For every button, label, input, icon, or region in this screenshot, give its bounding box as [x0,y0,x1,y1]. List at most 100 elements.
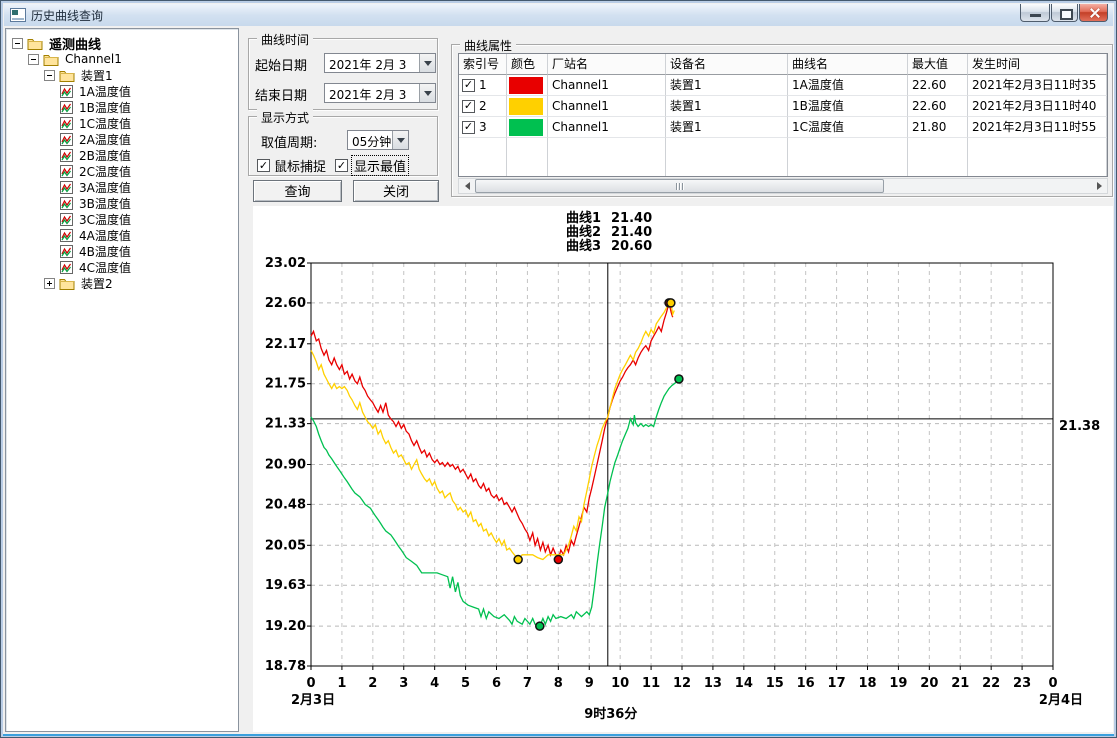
x-tick-label: 11 [642,676,660,691]
x-tick-label: 6 [492,676,501,691]
column-header[interactable]: 索引号 [459,54,507,75]
window-title: 历史曲线查询 [31,7,103,24]
x-tick-label: 0 [306,676,315,691]
curve-time-group: 曲线时间 起始日期 2021年 2月 3 结束日期 2021年 2月 3 [248,38,438,110]
empty-cell [666,138,788,176]
tree-item-label: 遥测曲线 [47,34,103,53]
collapse-icon[interactable] [28,54,39,65]
occur-time-cell: 2021年2月3日11时35 [968,75,1107,96]
end-date-dropdown-button[interactable] [419,84,435,102]
color-cell [507,117,548,138]
x-tick-label: 10 [611,676,629,691]
start-date-value: 2021年 2月 3 [325,54,419,72]
tree-item-1C温度值[interactable]: 1C温度值 [6,115,238,131]
max-value-cell: 21.80 [908,117,968,138]
x-tick-label: 18 [858,676,876,691]
tree-item-Channel1[interactable]: Channel1 [6,51,238,67]
column-header[interactable]: 颜色 [507,54,548,75]
table-row[interactable]: 3Channel1装置11C温度值21.802021年2月3日11时55 [459,117,1107,138]
x-tick-label: 9 [585,676,594,691]
curve-color-swatch [509,98,543,115]
x-tick-label: 12 [673,676,691,691]
x-tick-label: 1 [337,676,346,691]
query-button[interactable]: 查询 [253,180,342,202]
x-tick-label: 17 [828,676,846,691]
x-tick-label: 23 [1013,676,1031,691]
y-tick-label: 22.17 [265,337,306,352]
curve-visible-checkbox[interactable] [462,121,475,134]
column-header[interactable]: 发生时间 [968,54,1107,75]
show-extreme-checkbox[interactable] [335,159,348,172]
curve-visible-checkbox[interactable] [462,100,475,113]
table-row[interactable]: 1Channel1装置11A温度值22.602021年2月3日11时35 [459,75,1107,96]
tree-item-3A温度值[interactable]: 3A温度值 [6,179,238,195]
empty-cell [968,138,1107,176]
tree-item-label: 2A温度值 [77,131,133,148]
y-tick-label: 20.90 [265,458,306,473]
scrollbar-thumb[interactable] [475,179,884,193]
x-tick-label: 7 [523,676,532,691]
close-dialog-button[interactable]: 关闭 [353,180,439,202]
app-icon [10,8,26,22]
tree-item-4A温度值[interactable]: 4A温度值 [6,227,238,243]
curve-icon [60,165,73,178]
curve-tree: 遥测曲线Channel1装置11A温度值1B温度值1C温度值2A温度值2B温度值… [5,28,239,732]
scroll-right-button[interactable] [1092,179,1107,193]
column-header[interactable]: 设备名 [666,54,788,75]
empty-cell [548,138,666,176]
curve-icon [60,149,73,162]
index-value: 1 [479,75,487,95]
curve-color-swatch [509,119,543,136]
crosshair-value-label: 21.38 [1059,419,1100,434]
tree-item-2C温度值[interactable]: 2C温度值 [6,163,238,179]
end-date-combo[interactable]: 2021年 2月 3 [324,83,436,103]
tree-item-1A温度值[interactable]: 1A温度值 [6,83,238,99]
y-tick-label: 21.33 [265,417,306,432]
tree-item-3C温度值[interactable]: 3C温度值 [6,211,238,227]
tree-item-4C温度值[interactable]: 4C温度值 [6,259,238,275]
tree-item-遥测曲线[interactable]: 遥测曲线 [6,35,238,51]
mouse-capture-checkbox[interactable] [257,159,270,172]
tree-item-1B温度值[interactable]: 1B温度值 [6,99,238,115]
x-tick-label: 14 [735,676,753,691]
curve-chart[interactable]: 曲线121.40曲线221.40曲线320.6023.0222.6022.172… [253,206,1113,732]
collapse-icon[interactable] [44,70,55,81]
start-date-combo[interactable]: 2021年 2月 3 [324,53,436,73]
empty-cell [908,138,968,176]
tree-item-4B温度值[interactable]: 4B温度值 [6,243,238,259]
column-header[interactable]: 曲线名 [788,54,908,75]
tree-item-label: 3A温度值 [77,179,133,196]
tree-item-label: 1B温度值 [77,99,133,116]
start-date-dropdown-button[interactable] [419,54,435,72]
collapse-icon[interactable] [12,38,23,49]
tree-item-label: 1C温度值 [77,115,133,132]
tree-item-2A温度值[interactable]: 2A温度值 [6,131,238,147]
tree-item-2B温度值[interactable]: 2B温度值 [6,147,238,163]
period-dropdown-button[interactable] [392,131,408,149]
tree-item-3B温度值[interactable]: 3B温度值 [6,195,238,211]
y-tick-label: 19.20 [265,619,306,634]
tree-item-装置1[interactable]: 装置1 [6,67,238,83]
table-horizontal-scrollbar[interactable] [458,178,1108,194]
column-header[interactable]: 最大值 [908,54,968,75]
legend-name: 曲线3 [566,238,601,254]
legend-name: 曲线1 [566,210,601,226]
min-marker-1 [554,556,562,564]
curve-visible-checkbox[interactable] [462,79,475,92]
period-combo[interactable]: 05分钟 [347,130,409,150]
curve-properties-group-title: 曲线属性 [460,37,516,54]
y-tick-label: 19.63 [265,578,306,593]
tree-item-label: 装置2 [79,275,115,292]
restore-button[interactable] [1051,4,1078,22]
close-button[interactable] [1079,4,1108,22]
y-tick-label: 18.78 [265,659,306,674]
index-cell: 1 [459,75,507,96]
tree-item-装置2[interactable]: 装置2 [6,275,238,291]
scroll-left-button[interactable] [459,179,474,193]
table-row[interactable]: 2Channel1装置11B温度值22.602021年2月3日11时40 [459,96,1107,117]
expand-icon[interactable] [44,278,55,289]
column-header[interactable]: 厂站名 [548,54,666,75]
minimize-button[interactable] [1020,4,1050,22]
x-tick-label: 8 [554,676,563,691]
title-bar[interactable]: 历史曲线查询 [4,4,1113,26]
